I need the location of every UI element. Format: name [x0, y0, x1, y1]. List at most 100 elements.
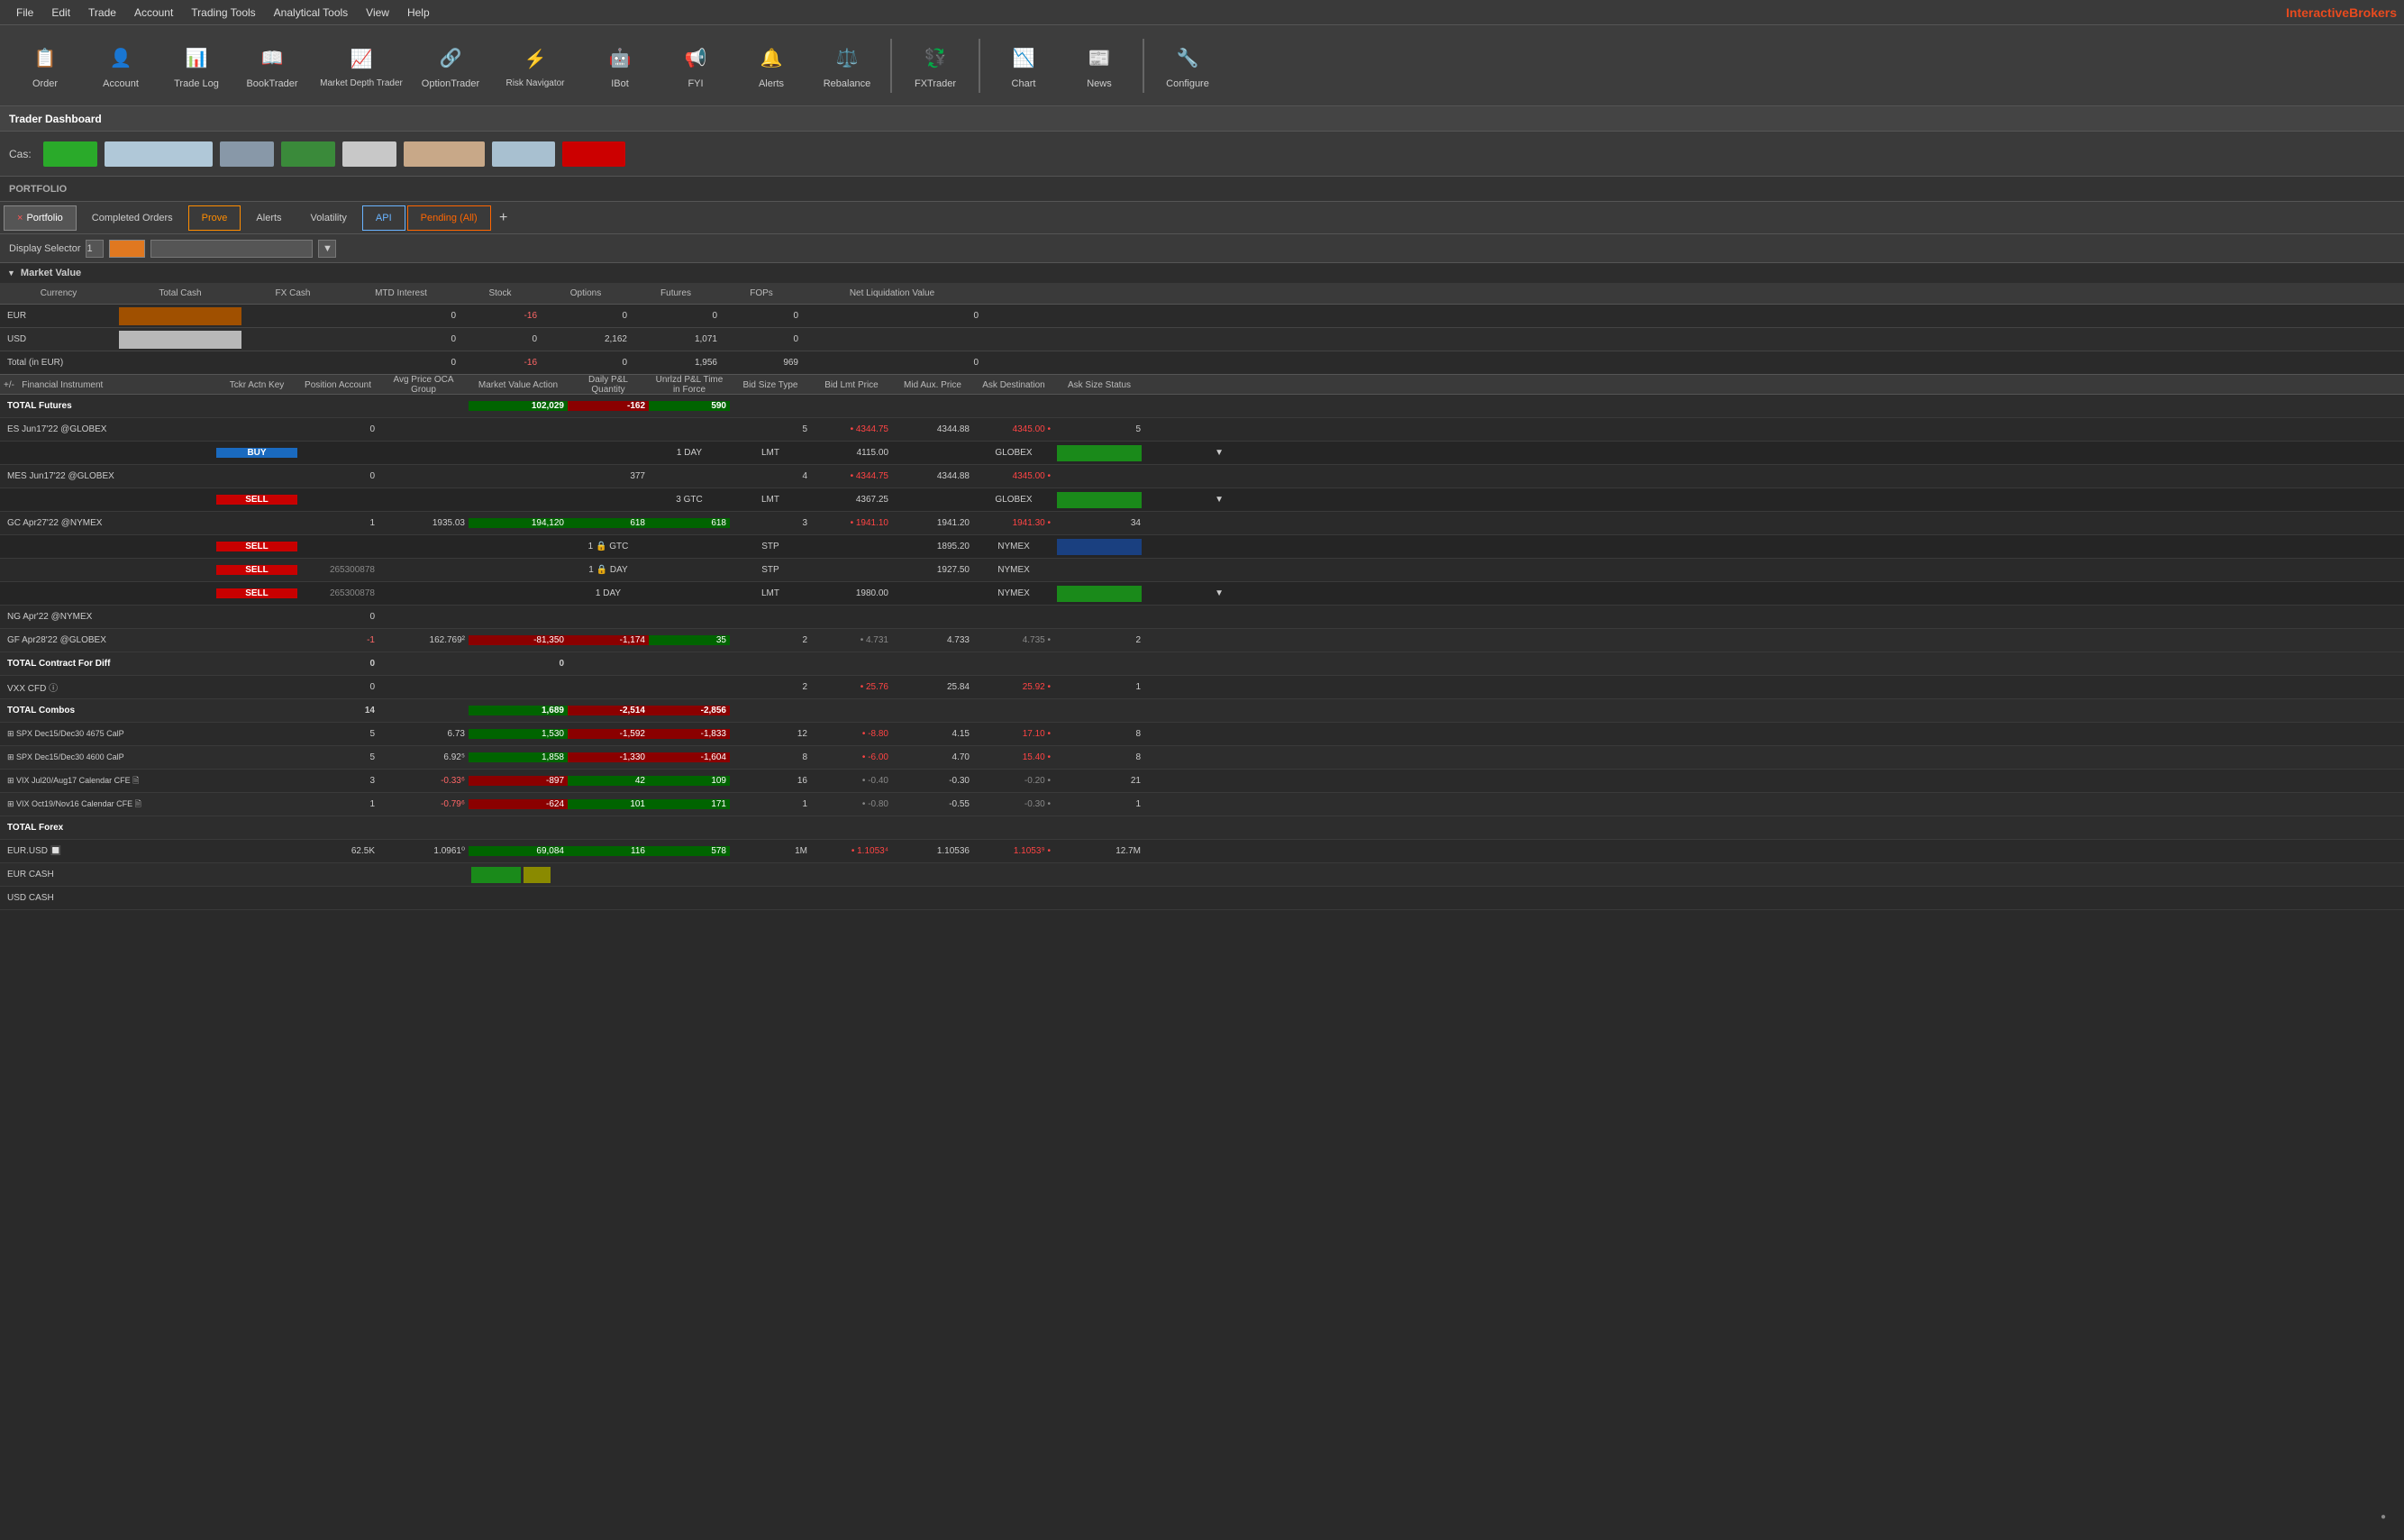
col-currency: Currency — [0, 288, 117, 298]
gf-row: GF Apr28'22 @GLOBEX -1 162.769² -81,350 … — [0, 629, 2404, 652]
gc-sell3-type: LMT — [730, 588, 811, 598]
gc-sell2-action[interactable]: SELL — [216, 565, 297, 575]
mes-bid: • 4344.75 — [811, 471, 892, 481]
vix-jul20-bid: • -0.40 — [811, 776, 892, 786]
display-text-input[interactable] — [150, 240, 313, 258]
vix-oct19-symbol: ⊞ VIX Oct19/Nov16 Calendar CFE 🗎 — [0, 797, 216, 812]
gf-bid-size: 2 — [730, 635, 811, 645]
booktrader-button[interactable]: 📖 BookTrader — [236, 30, 308, 102]
market-depth-icon: 📈 — [345, 42, 378, 75]
ph-avg-price: Avg Price OCA Group — [378, 375, 469, 395]
mes-position: 0 — [297, 471, 378, 481]
vix-oct19-dpnl: 101 — [568, 799, 649, 809]
ibot-button[interactable]: 🤖 IBot — [584, 30, 656, 102]
eur-cash-row: EUR CASH — [0, 863, 2404, 887]
gc-sell2-type: STP — [730, 565, 811, 575]
color-bar-6 — [404, 141, 485, 167]
spx4600-ask-sz: 8 — [1054, 752, 1144, 762]
menu-analytical-tools[interactable]: Analytical Tools — [265, 3, 358, 23]
eurusd-symbol: EUR.USD 🔲 — [0, 846, 216, 856]
tcfd-position: 0 — [297, 659, 378, 669]
mes-row: MES Jun17'22 @GLOBEX 0 377 4 • 4344.75 4… — [0, 465, 2404, 488]
mes-symbol: MES Jun17'22 @GLOBEX — [0, 471, 216, 481]
portfolio-col-header-row1: +/- Financial Instrument Tckr Actn Key P… — [0, 375, 2404, 395]
gc-row: GC Apr27'22 @NYMEX 1 1935.03 194,120 618… — [0, 512, 2404, 535]
alerts-button[interactable]: 🔔 Alerts — [735, 30, 807, 102]
tab-pending[interactable]: Pending (All) — [407, 205, 491, 231]
gc-sell2-qty: 265300878 — [297, 565, 378, 575]
menu-view[interactable]: View — [357, 3, 398, 23]
eurusd-position: 62.5K — [297, 846, 378, 856]
eurusd-ask: 1.1053⁹ • — [973, 846, 1054, 856]
trade-log-button[interactable]: 📊 Trade Log — [160, 30, 232, 102]
toolbar-separator-2 — [979, 39, 980, 93]
gc-sell3-lmt: 1980.00 — [811, 588, 892, 598]
vix-oct19-bid: • -0.80 — [811, 799, 892, 809]
vix-jul20-row: ⊞ VIX Jul20/Aug17 Calendar CFE 🗎 3 -0.33… — [0, 770, 2404, 793]
menu-account[interactable]: Account — [125, 3, 182, 23]
gc-ask-size: 34 — [1054, 518, 1144, 528]
total-cfd-row: TOTAL Contract For Diff 0 0 — [0, 652, 2404, 676]
vix-jul20-mv: -897 — [469, 776, 568, 786]
mes-sell-action[interactable]: SELL — [216, 495, 297, 505]
vix-jul20-symbol: ⊞ VIX Jul20/Aug17 Calendar CFE 🗎 — [0, 774, 216, 788]
ng-position: 0 — [297, 612, 378, 622]
color-bar-4 — [281, 141, 335, 167]
tc-position: 14 — [297, 706, 378, 715]
gc-sell1-tif: 1 🔒 GTC — [568, 542, 649, 551]
menu-file[interactable]: File — [7, 3, 42, 23]
risk-navigator-button[interactable]: ⚡ Risk Navigator — [490, 30, 580, 102]
gc-sell3-status — [1057, 586, 1142, 602]
menu-trading-tools[interactable]: Trading Tools — [182, 3, 264, 23]
tab-alerts[interactable]: Alerts — [242, 205, 295, 231]
order-button[interactable]: 📋 Order — [9, 30, 81, 102]
fyi-button[interactable]: 📢 FYI — [660, 30, 732, 102]
chart-button[interactable]: 📉 Chart — [988, 30, 1060, 102]
mes-bid-size: 4 — [730, 471, 811, 481]
rebalance-button[interactable]: ⚖️ Rebalance — [811, 30, 883, 102]
spx4675-bid: • -8.80 — [811, 729, 892, 739]
tab-completed-orders[interactable]: Completed Orders — [78, 205, 187, 231]
spx4600-bid-sz: 8 — [730, 752, 811, 762]
tab-add[interactable]: + — [493, 207, 514, 229]
es-buy-action[interactable]: BUY — [216, 448, 297, 458]
market-depth-button[interactable]: 📈 Market Depth Trader — [312, 30, 411, 102]
menu-trade[interactable]: Trade — [79, 3, 125, 23]
menu-help[interactable]: Help — [398, 3, 439, 23]
vix-oct19-mv: -624 — [469, 799, 568, 809]
vix-oct19-bid-sz: 1 — [730, 799, 811, 809]
spx4675-row: ⊞ SPX Dec15/Dec30 4675 CalP 5 6.73 1,530… — [0, 723, 2404, 746]
display-selector-input[interactable] — [86, 240, 104, 258]
tab-volatility[interactable]: Volatility — [297, 205, 360, 231]
mv-eur-futures: 0 — [631, 311, 721, 321]
gc-sell3-action[interactable]: SELL — [216, 588, 297, 598]
mes-sell-status-bar — [1057, 492, 1142, 508]
tab-portfolio[interactable]: × Portfolio — [4, 205, 77, 231]
gf-market-value: -81,350 — [469, 635, 568, 645]
market-value-header[interactable]: ▼ Market Value — [0, 263, 2404, 283]
optiontrader-icon: 🔗 — [434, 42, 467, 75]
news-button[interactable]: 📰 News — [1063, 30, 1135, 102]
ph-instrument: +/- Financial Instrument — [0, 380, 216, 390]
tab-api[interactable]: API — [362, 205, 405, 231]
vix-oct19-mid: -0.55 — [892, 799, 973, 809]
gc-sell2-tif: 1 🔒 DAY — [568, 565, 649, 575]
optiontrader-button[interactable]: 🔗 OptionTrader — [414, 30, 487, 102]
booktrader-icon: 📖 — [256, 42, 288, 75]
tab-prove[interactable]: Prove — [188, 205, 241, 231]
gc-sell1-status — [1057, 539, 1142, 555]
es-buy-tif: 1 DAY — [649, 448, 730, 458]
spx4675-bid-sz: 12 — [730, 729, 811, 739]
spx4600-mv: 1,858 — [469, 752, 568, 762]
account-button[interactable]: 👤 Account — [85, 30, 157, 102]
gf-position: -1 — [297, 635, 378, 645]
configure-button[interactable]: 🔧 Configure — [1152, 30, 1224, 102]
market-value-col-headers: Currency Total Cash FX Cash MTD Interest… — [0, 283, 2404, 305]
gc-sell1-action[interactable]: SELL — [216, 542, 297, 551]
menu-edit[interactable]: Edit — [42, 3, 79, 23]
fxtrader-button[interactable]: 💱 FXTrader — [899, 30, 971, 102]
tf-unrlzd-pnl: 590 — [649, 401, 730, 411]
gc-sell1-price: 1895.20 — [892, 542, 973, 551]
display-dropdown-arrow[interactable]: ▼ — [318, 240, 336, 258]
vix-jul20-upnl: 109 — [649, 776, 730, 786]
